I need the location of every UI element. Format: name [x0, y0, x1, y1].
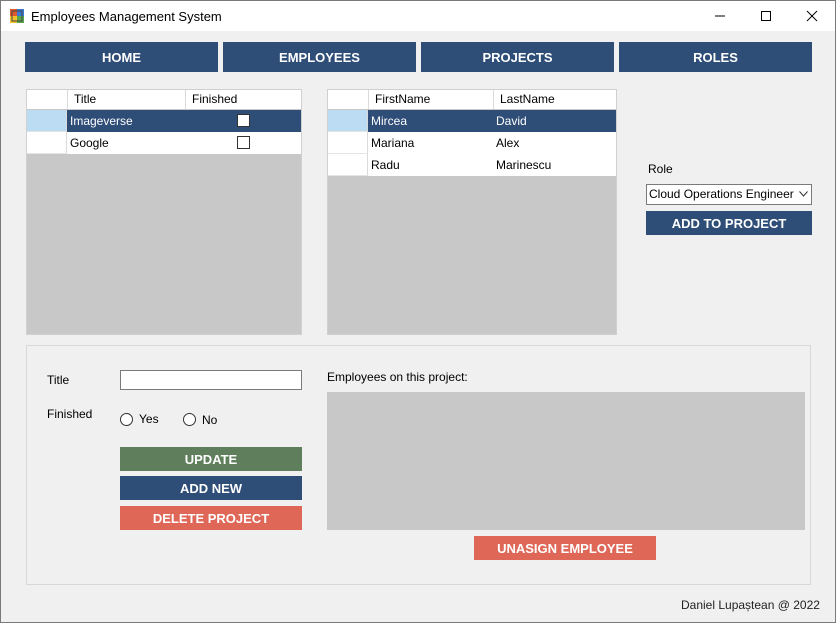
finished-no-radio[interactable] [183, 413, 196, 426]
minimize-icon [715, 15, 725, 17]
title-input[interactable] [120, 370, 302, 390]
role-select[interactable]: Cloud Operations Engineer [646, 184, 812, 205]
project-row[interactable]: Imageverse [27, 110, 301, 132]
finished-yes-label[interactable]: Yes [139, 412, 159, 426]
project-title-cell[interactable]: Imageverse [67, 110, 133, 132]
projects-grid[interactable]: Title Finished Imageverse Google [26, 89, 302, 335]
employee-firstname-cell[interactable]: Radu [368, 154, 400, 176]
employee-firstname-cell[interactable]: Mircea [368, 110, 407, 132]
employee-lastname-cell[interactable]: Marinescu [493, 154, 551, 176]
nav-home-button[interactable]: HOME [25, 42, 218, 72]
employees-grid-header: FirstName LastName [328, 90, 616, 110]
close-button[interactable] [789, 1, 835, 31]
column-header-title[interactable]: Title [67, 90, 185, 109]
employees-grid[interactable]: FirstName LastName Mircea David Mariana … [327, 89, 617, 335]
row-header[interactable] [328, 110, 368, 132]
employee-row[interactable]: Mariana Alex [328, 132, 616, 154]
delete-project-button[interactable]: DELETE PROJECT [120, 506, 302, 530]
finished-label: Finished [47, 407, 93, 421]
close-icon [806, 10, 818, 22]
app-window: Employees Management System HOME EMPLOYE… [0, 0, 836, 623]
column-header-firstname[interactable]: FirstName [368, 90, 493, 109]
title-label: Title [47, 373, 70, 387]
row-header[interactable] [328, 132, 368, 154]
project-finished-checkbox[interactable] [237, 136, 250, 149]
maximize-button[interactable] [743, 1, 789, 31]
add-to-project-button[interactable]: ADD TO PROJECT [646, 211, 812, 235]
project-row[interactable]: Google [27, 132, 301, 154]
row-header[interactable] [328, 154, 368, 176]
projects-grid-header: Title Finished [27, 90, 301, 110]
app-icon [10, 9, 24, 23]
maximize-icon [761, 11, 771, 21]
assigned-employees-grid[interactable] [327, 392, 805, 530]
window-title: Employees Management System [31, 9, 222, 24]
nav-projects-button[interactable]: PROJECTS [421, 42, 614, 72]
finished-no-label[interactable]: No [202, 413, 217, 427]
row-header[interactable] [27, 110, 67, 132]
nav-roles-button[interactable]: ROLES [619, 42, 812, 72]
employee-row[interactable]: Radu Marinescu [328, 154, 616, 176]
minimize-button[interactable] [697, 1, 743, 31]
project-finished-checkbox[interactable] [237, 114, 250, 127]
role-label: Role [648, 162, 673, 176]
column-header-lastname[interactable]: LastName [493, 90, 616, 109]
footer-credit: Daniel Lupaștean @ 2022 [681, 598, 820, 612]
row-header-corner [27, 90, 68, 109]
role-select-value: Cloud Operations Engineer [649, 187, 794, 201]
title-bar[interactable]: Employees Management System [1, 1, 835, 31]
update-button[interactable]: UPDATE [120, 447, 302, 471]
finished-yes-radio[interactable] [120, 413, 133, 426]
add-new-button[interactable]: ADD NEW [120, 476, 302, 500]
unassign-employee-button[interactable]: UNASIGN EMPLOYEE [474, 536, 656, 560]
row-header-corner [328, 90, 369, 109]
nav-employees-button[interactable]: EMPLOYEES [223, 42, 416, 72]
employee-firstname-cell[interactable]: Mariana [368, 132, 414, 154]
employee-lastname-cell[interactable]: David [493, 110, 527, 132]
employee-lastname-cell[interactable]: Alex [493, 132, 519, 154]
employees-on-project-label: Employees on this project: [327, 370, 468, 384]
column-header-finished[interactable]: Finished [185, 90, 301, 109]
project-title-cell[interactable]: Google [67, 132, 109, 154]
chevron-down-icon [799, 191, 808, 197]
employee-row[interactable]: Mircea David [328, 110, 616, 132]
row-header[interactable] [27, 132, 67, 154]
